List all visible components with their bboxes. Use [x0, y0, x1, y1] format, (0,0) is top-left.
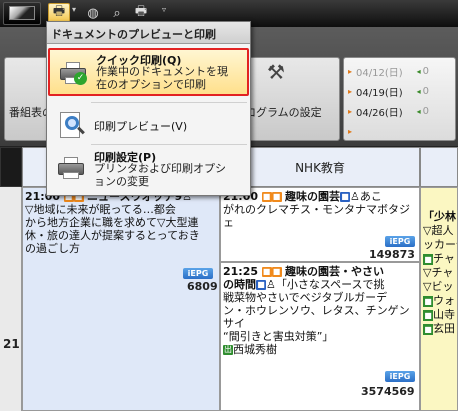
globe-button[interactable]: ◍ — [82, 3, 104, 23]
view-count: 149873 — [369, 248, 415, 261]
hour-label: 21 — [3, 337, 20, 351]
program-cell[interactable]: 21:25 ■ ■ 趣味の園芸・やさい の時間■♙「小さなスペースで挑 戦菜物やさ… — [220, 262, 420, 411]
print-toolbar-button[interactable]: 🖶 — [48, 3, 70, 23]
rebroadcast-icon: ■ — [256, 280, 266, 290]
menu-separator — [91, 102, 247, 103]
date-item[interactable]: ▸ 04/19(日) ◂ 0 — [348, 82, 456, 100]
date-tail-arrow-icon: ◂ — [416, 106, 421, 116]
date-arrow-icon: ▸ — [348, 126, 353, 136]
date-tail-arrow-icon: ◂ — [416, 66, 421, 76]
grid-corner — [0, 147, 22, 187]
date-item[interactable]: ▸ 04/12(日) ◂ 0 — [348, 62, 456, 80]
print-preview-icon — [56, 110, 86, 140]
date-arrow-icon: ▸ — [348, 106, 353, 116]
cast-icon: ■ — [423, 296, 433, 307]
date-item[interactable]: ▸ 04/26(日) ◂ 0 — [348, 102, 456, 120]
person-icon: ♙ — [266, 278, 276, 291]
iepg-badge[interactable]: iEPG — [385, 236, 415, 247]
magnifier-icon: ⌕ — [113, 5, 121, 21]
checkmark-icon: ✓ — [74, 72, 87, 85]
preview-button[interactable]: ⌕ — [106, 3, 128, 23]
iepg-badge[interactable]: iEPG — [183, 268, 213, 279]
view-count: 6809 — [187, 280, 218, 293]
iepg-badge[interactable]: iEPG — [385, 371, 415, 382]
print-settings-menu-item[interactable]: 印刷設定(P) プリンタおよび印刷オプシ ョンの変更 — [48, 147, 249, 191]
cast-icon: ■ — [423, 324, 433, 335]
date-list: ▸ 04/12(日) ◂ 0 ▸ 04/19(日) ◂ 0 ▸ 04/26(日)… — [343, 57, 456, 141]
ribbon-group-program-settings[interactable]: ⚒ ログラムの設定 — [240, 57, 340, 141]
program-cell[interactable]: 21:00 ■ ■ 趣味の園芸■♙あこ がれのクレマチス・モンタナマボタジ ェ i… — [220, 187, 420, 262]
cast-icon: ■ — [423, 310, 433, 321]
date-tail-arrow-icon: ◂ — [416, 86, 421, 96]
text-icon: ■ — [271, 267, 282, 277]
program-text: 21:25 ■ ■ 趣味の園芸・やさい の時間■♙「小さなスペースで挑 戦菜物やさ… — [223, 265, 410, 356]
menu-separator — [91, 144, 247, 145]
date-arrow-icon: ▸ — [348, 86, 353, 96]
quick-print-icon: ✓ — [58, 58, 88, 88]
menu-header: ドキュメントのプレビューと印刷 — [47, 22, 250, 44]
globe-icon: ◍ — [87, 5, 99, 21]
chevron-down-icon[interactable]: ▿ — [162, 5, 166, 14]
sub-icon: ■ — [261, 192, 272, 202]
quick-print-menu-item[interactable]: ✓ クイック印刷(Q) 作業中のドキュメントを現 在のオプションで印刷 — [48, 48, 249, 96]
rebroadcast-icon: ■ — [340, 192, 351, 202]
time-column: 21 — [0, 187, 22, 411]
program-cell[interactable]: 「少林 ▽超人 ッカー化 ■チャ ▽チャ ▽ビッ ■ウォ ■山寺 ■玄田 — [420, 187, 458, 411]
print-dropdown-arrow[interactable]: ▾ — [72, 5, 76, 14]
app-menu-button[interactable] — [3, 2, 41, 25]
tools-icon: ⚒ — [267, 60, 285, 84]
print-setup-button[interactable]: 🖶 — [130, 3, 152, 23]
ribbon-group-program-settings-label: ログラムの設定 — [245, 106, 322, 119]
print-settings-icon — [56, 153, 86, 183]
person-icon: ♙ — [350, 190, 360, 203]
cast-icon: 出 — [223, 345, 233, 355]
date-arrow-icon: ▸ — [348, 66, 353, 76]
printer-icon — [58, 157, 84, 179]
channel-header-c[interactable] — [420, 147, 458, 187]
monitor-icon — [9, 6, 35, 20]
date-item[interactable]: ▸ — [348, 122, 456, 140]
print-dropdown-menu: ドキュメントのプレビューと印刷 ✓ クイック印刷(Q) 作業中のドキュメントを現… — [46, 21, 251, 196]
program-text: 21:00 ■ ■ ニュースウオッチ9♙ ▽地域に未来が眠ってる…都会 から地方企… — [25, 190, 200, 255]
sub-icon: ■ — [261, 267, 272, 277]
cast-icon: ■ — [423, 254, 433, 265]
app-window: 🖶 ▾ ◍ ⌕ 🖶 ▿ 番組表の ⚒ ログラムの設定 ▸ 04/12(日) ◂ … — [0, 0, 458, 411]
view-count: 3574569 — [361, 385, 415, 398]
print-preview-menu-item[interactable]: 印刷プレビュー(V) — [48, 108, 249, 142]
program-cell[interactable]: 21:00 ■ ■ ニュースウオッチ9♙ ▽地域に未来が眠ってる…都会 から地方企… — [22, 187, 220, 411]
text-icon: ■ — [271, 192, 282, 202]
